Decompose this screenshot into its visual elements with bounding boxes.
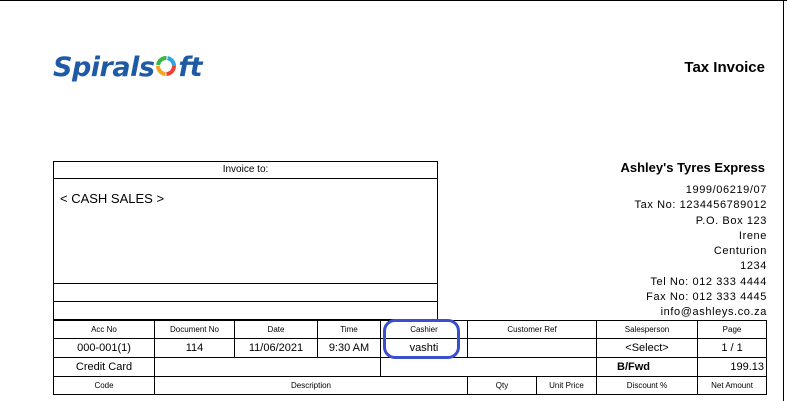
tax-number: Tax No: 1234456789012 xyxy=(634,199,767,212)
address-line-divider xyxy=(54,283,437,284)
bfwd-label: B/Fwd xyxy=(596,357,699,377)
bfwd-value: 199.13 xyxy=(697,357,768,377)
code-header: Code xyxy=(53,376,155,395)
salesperson-header: Salesperson xyxy=(596,320,699,339)
cashier-highlight-annotation xyxy=(383,319,460,359)
description-header: Description xyxy=(154,376,468,395)
postal-code: 1234 xyxy=(740,260,767,273)
date-value: 11/06/2021 xyxy=(234,338,318,358)
customer-name: < CASH SALES > xyxy=(60,191,165,206)
tel-number: Tel No: 012 333 4444 xyxy=(650,275,767,288)
email: info@ashleys.co.za xyxy=(660,306,767,319)
swirl-o-icon xyxy=(156,56,177,76)
document-no-value: 114 xyxy=(154,338,235,358)
customer-ref-value[interactable] xyxy=(466,338,598,358)
document-title: Tax Invoice xyxy=(684,59,765,76)
company-name: Ashley's Tyres Express xyxy=(620,160,766,175)
document-no-header: Document No xyxy=(154,320,235,339)
payment-method: Credit Card xyxy=(53,357,155,377)
city: Centurion xyxy=(713,245,767,258)
time-value: 9:30 AM xyxy=(317,338,381,358)
qty-header: Qty xyxy=(467,376,537,395)
registration-number: 1999/06219/07 xyxy=(685,184,767,196)
top-border xyxy=(0,0,787,1)
fax-number: Fax No: 012 333 4445 xyxy=(646,291,767,304)
invoice-to-box: Invoice to: < CASH SALES > xyxy=(53,161,438,320)
spiralsoft-logo: Spirals ft xyxy=(53,52,203,83)
net-amount-header: Net Amount xyxy=(697,376,768,395)
suburb: Irene xyxy=(738,229,767,242)
acc-no-value: 000-001(1) xyxy=(53,338,155,358)
right-border xyxy=(783,0,784,401)
page-value: 1 / 1 xyxy=(697,338,768,358)
payment-blank xyxy=(154,357,381,377)
invoice-to-header: Invoice to: xyxy=(54,162,437,179)
address-line-divider xyxy=(54,301,437,302)
time-header: Time xyxy=(317,320,381,339)
page-header: Page xyxy=(697,320,768,339)
company-details: 1999/06219/07 Tax No: 1234456789012 P.O.… xyxy=(537,183,767,321)
customer-ref-header: Customer Ref xyxy=(466,320,598,339)
line-items-header-row: Code Description Qty Unit Price Discount… xyxy=(53,376,768,395)
payment-blank-2 xyxy=(379,357,598,377)
payment-row: Credit Card B/Fwd 199.13 xyxy=(53,357,768,377)
salesperson-select[interactable]: <Select> xyxy=(596,338,699,358)
po-box: P.O. Box 123 xyxy=(695,214,767,227)
discount-header: Discount % xyxy=(596,376,699,395)
acc-no-header: Acc No xyxy=(53,320,155,339)
unit-price-header: Unit Price xyxy=(535,376,598,395)
date-header: Date xyxy=(234,320,318,339)
